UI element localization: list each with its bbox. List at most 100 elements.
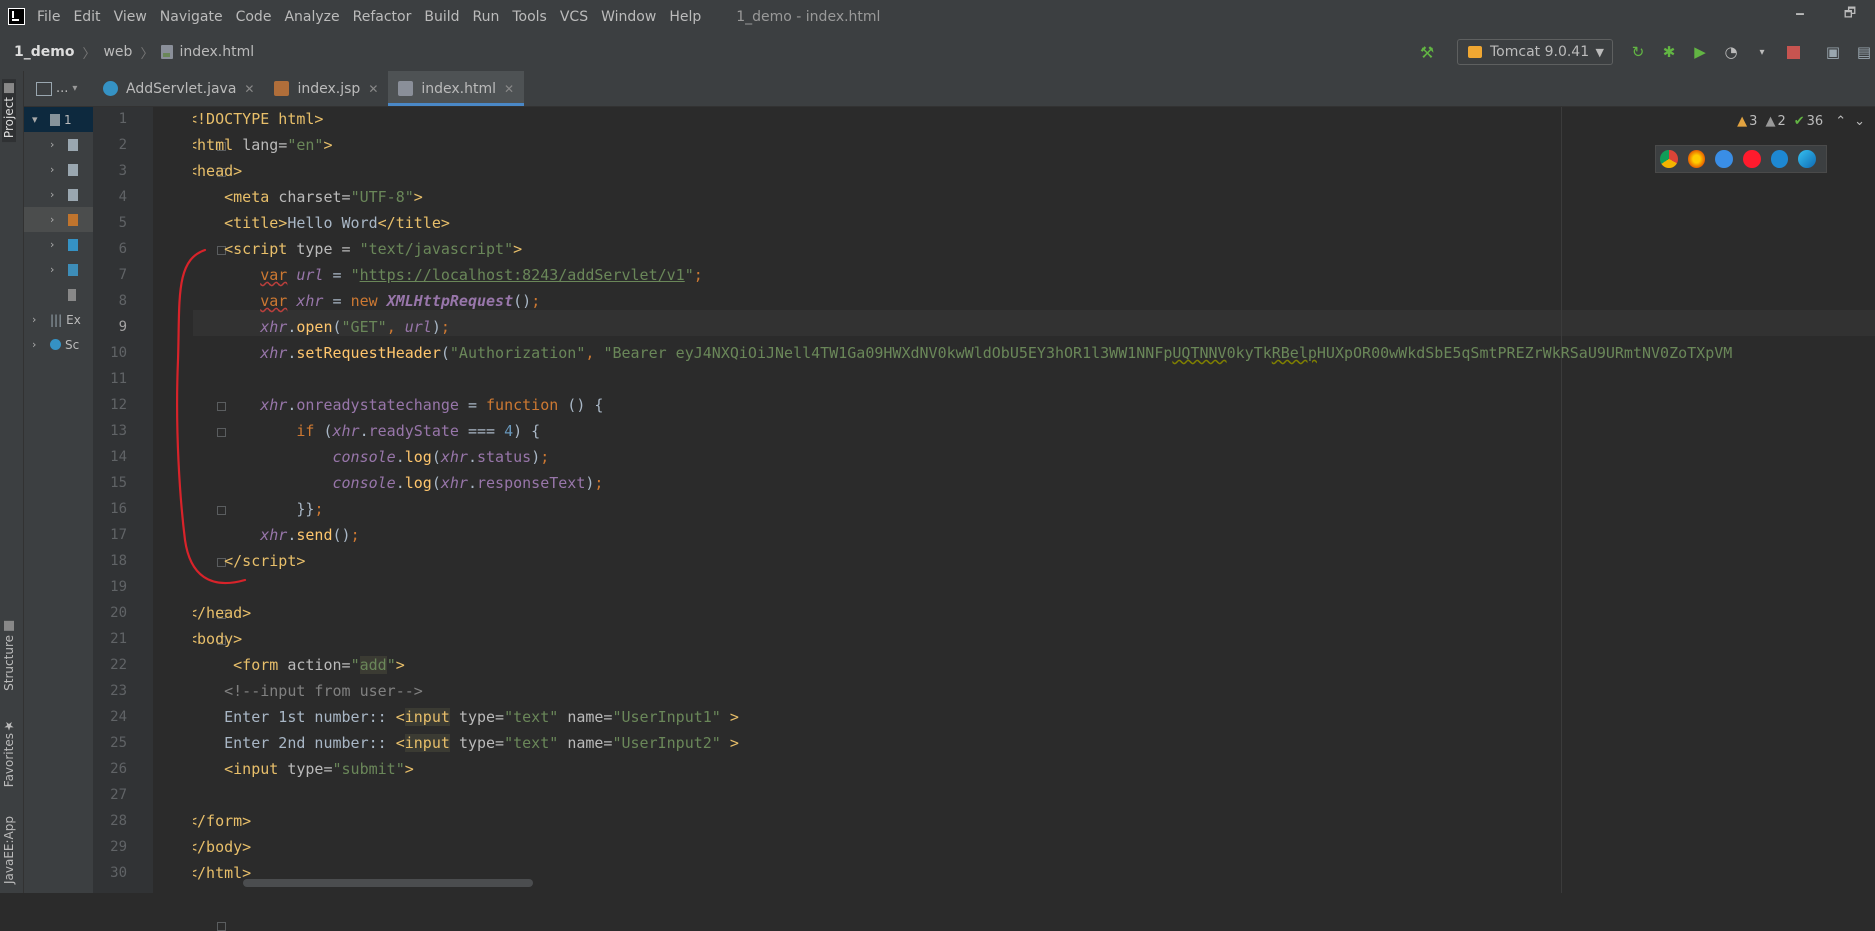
code-line-9: xhr.open("GET", url);: [260, 318, 450, 336]
line-number: 1: [118, 111, 127, 127]
line-number: 21: [110, 631, 127, 647]
project-view-icon: [36, 81, 52, 96]
opera-icon[interactable]: [1743, 150, 1761, 168]
menu-file[interactable]: File: [37, 9, 60, 25]
line-number: 28: [110, 813, 127, 829]
more-run-options-icon[interactable]: ▾: [1751, 41, 1773, 63]
edge-icon[interactable]: [1798, 150, 1817, 168]
weak-warning-count: 2: [1777, 114, 1786, 129]
tree-item[interactable]: ›: [24, 232, 93, 257]
menu-vcs[interactable]: VCS: [560, 9, 588, 25]
close-icon[interactable]: ✕: [368, 82, 378, 96]
java-class-icon: [103, 81, 118, 96]
code-line-18: </script>: [224, 552, 306, 570]
debug-icon[interactable]: ✱: [1658, 41, 1680, 63]
minimize-button[interactable]: 🗕: [1775, 0, 1825, 30]
tree-item[interactable]: ›: [24, 157, 93, 182]
project-structure-icon[interactable]: ▣: [1822, 41, 1844, 63]
line-number: 8: [118, 293, 127, 309]
javaee-tool-tab[interactable]: JavaEE:App: [2, 816, 16, 884]
tree-item[interactable]: [24, 282, 93, 307]
structure-tool-tab[interactable]: Structure: [2, 621, 16, 691]
code-line-26: <input type="submit">: [224, 760, 414, 778]
menu-help[interactable]: Help: [669, 9, 701, 25]
close-icon[interactable]: ✕: [504, 82, 514, 96]
code-line-14: console.log(xhr.status);: [332, 448, 550, 466]
tree-external-libraries[interactable]: › ||| Ex: [24, 307, 93, 332]
breadcrumb-project[interactable]: 1_demo: [14, 44, 74, 60]
folder-icon: [4, 83, 14, 93]
run-configuration-select[interactable]: Tomcat 9.0.41 ▼: [1457, 39, 1613, 65]
menu-window[interactable]: Window: [601, 9, 656, 25]
favorites-tool-label: Favorites: [2, 733, 16, 788]
menu-code[interactable]: Code: [236, 9, 272, 25]
tree-item[interactable]: ›: [24, 207, 93, 232]
structure-icon: [4, 621, 14, 631]
menu-edit[interactable]: Edit: [73, 9, 100, 25]
tree-root[interactable]: ▾ 1: [24, 107, 93, 132]
editor-tabs: AddServlet.java ✕ index.jsp ✕ index.html…: [93, 71, 1875, 107]
tab-index-html[interactable]: index.html ✕: [388, 71, 525, 106]
safari-icon[interactable]: [1715, 150, 1734, 168]
profile-icon[interactable]: ◔: [1720, 41, 1742, 63]
code-line-22: <form action="add">: [233, 656, 405, 674]
code-line-4: <meta charset="UTF-8">: [224, 188, 423, 206]
line-number: 4: [118, 189, 127, 205]
code-editor[interactable]: 1 2 3 4 5 6 7 8 9 10 11 12 13 14 15 16 17 18 19 20 21 22 23 24 2…: [93, 107, 1875, 931]
tree-root-label: 1: [64, 112, 72, 127]
line-number: 10: [110, 345, 127, 361]
horizontal-scrollbar[interactable]: [243, 879, 533, 887]
menu-analyze[interactable]: Analyze: [284, 9, 339, 25]
tab-index-jsp[interactable]: index.jsp ✕: [264, 71, 388, 106]
code-line-7: var url = "https://localhost:8243/addSer…: [260, 266, 703, 284]
breadcrumb-folder[interactable]: web: [103, 44, 132, 60]
fold-marker-icon[interactable]: [217, 922, 226, 931]
line-number: 26: [110, 761, 127, 777]
project-tool-label: Project: [2, 97, 16, 139]
chevron-right-icon: ›: [50, 213, 55, 226]
project-panel-header[interactable]: ... ▾: [24, 71, 93, 107]
chevron-down-icon: ▾: [32, 113, 38, 126]
chevron-down-icon: ▼: [1595, 45, 1604, 59]
chevron-right-icon: ›: [50, 163, 55, 176]
close-icon[interactable]: ✕: [244, 82, 254, 96]
project-panel: ... ▾ ▾ 1 › › › › › › › ||| Ex › Sc: [24, 71, 93, 893]
menu-tools[interactable]: Tools: [512, 9, 547, 25]
chrome-icon[interactable]: [1660, 150, 1678, 168]
menu-view[interactable]: View: [114, 9, 147, 25]
inspection-widget[interactable]: ▲ 3 ▲ 2 ✔ 36 ⌃ ⌄: [1729, 114, 1865, 129]
code-line-8: var xhr = new XMLHttpRequest();: [260, 292, 541, 310]
run-with-coverage-icon[interactable]: ▶: [1689, 41, 1711, 63]
chevron-up-icon[interactable]: ⌃: [1835, 114, 1846, 129]
project-tool-tab[interactable]: Project: [2, 79, 16, 143]
stop-icon[interactable]: [1782, 41, 1804, 63]
build-hammer-icon[interactable]: ⚒: [1417, 42, 1437, 62]
line-number: 6: [118, 241, 127, 257]
menu-run[interactable]: Run: [473, 9, 500, 25]
favorites-tool-tab[interactable]: Favorites ★: [2, 719, 16, 787]
firefox-icon[interactable]: [1687, 150, 1706, 168]
tree-item[interactable]: ›: [24, 182, 93, 207]
maximize-button[interactable]: 🗗: [1825, 0, 1875, 30]
tab-addservlet-java[interactable]: AddServlet.java ✕: [93, 71, 264, 106]
code-area[interactable]: <!DOCTYPE html> <html lang="en"> <head> …: [193, 107, 1875, 893]
menu-navigate[interactable]: Navigate: [160, 9, 223, 25]
tree-external-label: Ex: [66, 312, 81, 327]
internet-explorer-icon[interactable]: [1770, 150, 1789, 168]
intellij-logo-icon: [8, 8, 25, 25]
menu-build[interactable]: Build: [424, 9, 459, 25]
breadcrumb-file[interactable]: index.html: [179, 44, 254, 60]
tree-item[interactable]: ›: [24, 132, 93, 157]
menu-refactor[interactable]: Refactor: [353, 9, 412, 25]
rerun-icon[interactable]: ↻: [1627, 41, 1649, 63]
settings-icon[interactable]: ▤: [1853, 41, 1875, 63]
chevron-down-icon[interactable]: ⌄: [1854, 114, 1865, 129]
tree-item[interactable]: ›: [24, 257, 93, 282]
tree-scratches[interactable]: › Sc: [24, 332, 93, 357]
line-number: 25: [110, 735, 127, 751]
warning-count: 3: [1749, 114, 1758, 129]
code-line-20: </head>: [193, 604, 252, 622]
code-line-28: </form>: [193, 812, 252, 830]
line-number: 24: [110, 709, 127, 725]
line-number: 5: [118, 215, 127, 231]
